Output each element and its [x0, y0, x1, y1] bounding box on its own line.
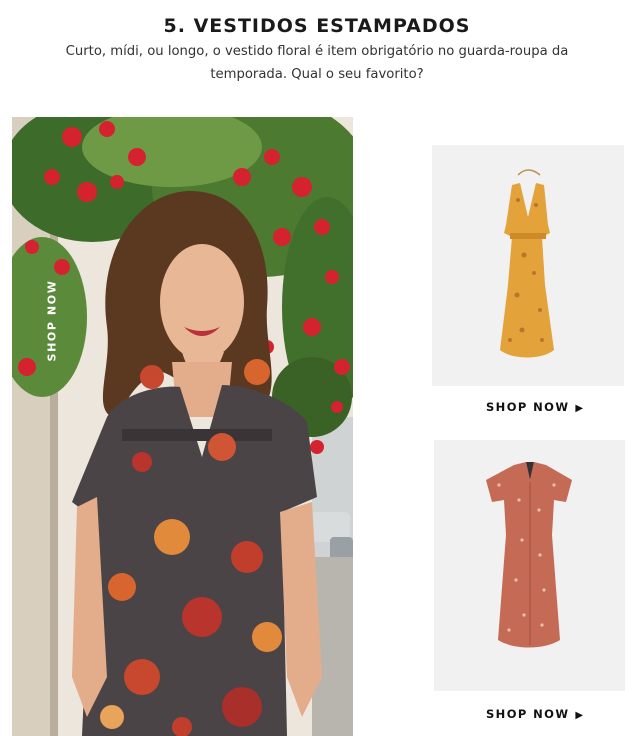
product-2-shop-now-link[interactable]: SHOP NOW ▶	[486, 707, 585, 721]
product-card-terracotta-dress[interactable]	[434, 440, 625, 691]
section-description: Curto, mídi, ou longo, o vestido floral …	[65, 44, 569, 82]
product-1-shop-now-link[interactable]: SHOP NOW ▶	[486, 400, 585, 414]
product-2-shop-now-label[interactable]: SHOP NOW	[486, 707, 569, 721]
terracotta-floral-dress-image	[486, 462, 572, 648]
product-card-yellow-dress[interactable]	[432, 145, 624, 386]
hero-photo-illustration	[12, 117, 353, 736]
hero-photo[interactable]: SHOP NOW	[12, 117, 353, 736]
yellow-floral-dress-image	[500, 169, 554, 358]
play-arrow-icon: ▶	[575, 403, 585, 414]
hero-shop-now-link[interactable]: SHOP NOW	[32, 263, 72, 377]
play-arrow-icon: ▶	[575, 710, 585, 721]
section-title: 5. VESTIDOS ESTAMPADOS	[163, 14, 471, 37]
product-1-shop-now-label[interactable]: SHOP NOW	[486, 400, 569, 414]
hero-shop-now-label[interactable]: SHOP NOW	[46, 279, 59, 361]
